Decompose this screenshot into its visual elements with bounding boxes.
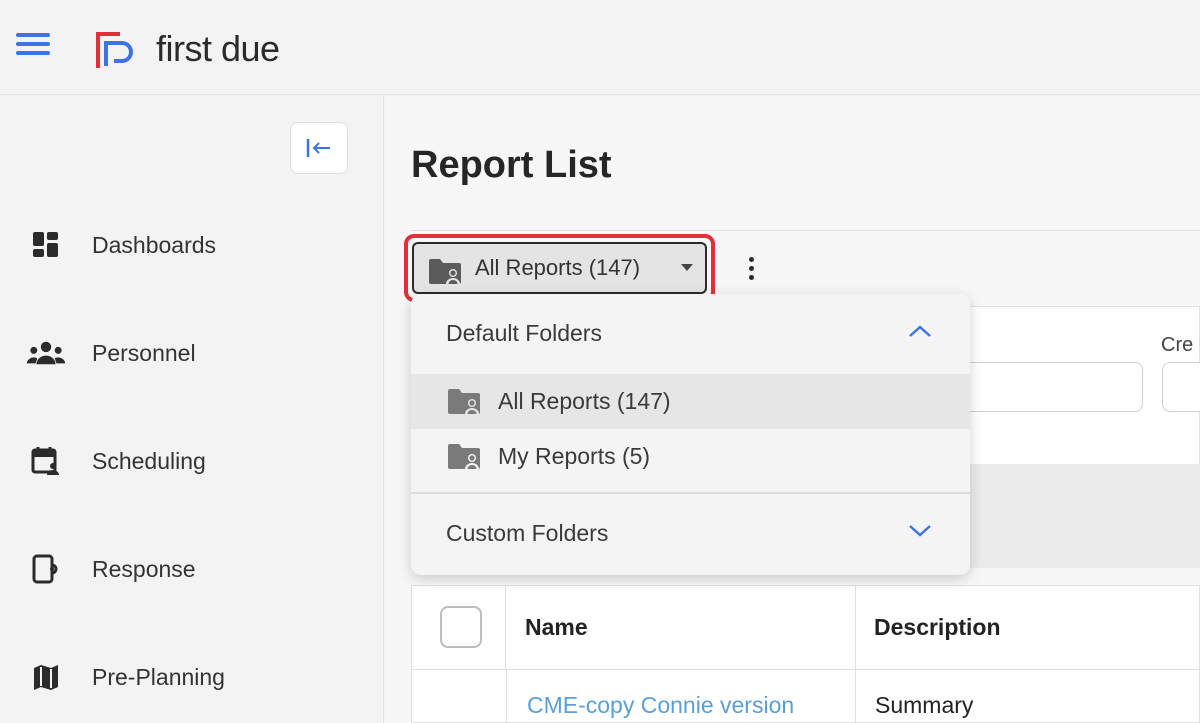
select-all-checkbox[interactable] bbox=[440, 606, 482, 648]
dropdown-item-label: All Reports (147) bbox=[498, 388, 671, 414]
column-divider bbox=[855, 586, 856, 723]
more-options-icon[interactable] bbox=[743, 248, 759, 288]
dashboard-icon bbox=[26, 227, 66, 263]
sidebar-item-dashboards[interactable]: Dashboards bbox=[0, 215, 384, 275]
dropdown-item-my-reports[interactable]: My Reports (5) bbox=[411, 429, 970, 484]
map-icon bbox=[26, 659, 66, 695]
response-icon bbox=[26, 551, 66, 587]
filter-input[interactable] bbox=[945, 362, 1143, 412]
sidebar-item-personnel[interactable]: Personnel bbox=[0, 323, 384, 383]
sidebar-item-scheduling[interactable]: Scheduling bbox=[0, 431, 384, 491]
sidebar-item-label: Response bbox=[92, 555, 196, 582]
page-title: Report List bbox=[411, 144, 612, 186]
reports-table: Name Description CME-copy Connie version… bbox=[411, 585, 1200, 723]
chevron-up-icon bbox=[907, 323, 933, 344]
toolbar-band bbox=[945, 464, 1200, 568]
sidebar: Dashboards Personnel Scheduling Response… bbox=[0, 96, 384, 723]
sidebar-item-pre-planning[interactable]: Pre-Planning bbox=[0, 647, 384, 707]
created-filter-label: Cre bbox=[1161, 334, 1194, 356]
folder-select-label: All Reports (147) bbox=[475, 255, 641, 280]
report-description: Summary bbox=[875, 692, 974, 718]
people-icon bbox=[26, 335, 66, 371]
chevron-down-icon bbox=[907, 523, 933, 544]
shared-folder-icon bbox=[447, 442, 483, 475]
custom-folders-header[interactable]: Custom Folders bbox=[411, 494, 970, 572]
shared-folder-icon bbox=[428, 257, 464, 290]
table-header-row: Name Description bbox=[412, 586, 1200, 670]
folder-select-button[interactable]: All Reports (147) bbox=[412, 242, 707, 294]
caret-down-icon bbox=[681, 264, 693, 271]
folder-dropdown-menu: Default Folders All Reports (147) My Rep… bbox=[411, 294, 970, 575]
sidebar-item-label: Personnel bbox=[92, 339, 196, 366]
header-checkbox-cell bbox=[412, 586, 506, 670]
calendar-icon bbox=[26, 443, 66, 479]
shared-folder-icon bbox=[447, 387, 483, 420]
sidebar-item-response[interactable]: Response bbox=[0, 539, 384, 599]
default-folders-header[interactable]: Default Folders bbox=[411, 294, 970, 372]
report-name-link[interactable]: CME-copy Connie version bbox=[527, 692, 794, 719]
collapse-left-icon bbox=[306, 139, 330, 157]
first-due-logo-icon bbox=[96, 32, 133, 68]
created-filter-input[interactable] bbox=[1162, 362, 1200, 412]
column-header-description[interactable]: Description bbox=[874, 614, 1001, 641]
dropdown-item-label: My Reports (5) bbox=[498, 443, 651, 469]
divider bbox=[411, 230, 1200, 231]
top-bar: first due bbox=[0, 0, 1200, 95]
collapse-sidebar-button[interactable] bbox=[290, 122, 348, 174]
custom-folders-label: Custom Folders bbox=[446, 519, 609, 546]
logo-text: first due bbox=[156, 28, 280, 69]
column-divider bbox=[506, 670, 507, 723]
sidebar-item-label: Dashboards bbox=[92, 231, 217, 258]
sidebar-item-label: Pre-Planning bbox=[92, 663, 225, 690]
dropdown-item-all-reports[interactable]: All Reports (147) bbox=[411, 374, 970, 429]
sidebar-item-label: Scheduling bbox=[92, 447, 206, 474]
menu-icon[interactable] bbox=[16, 33, 50, 59]
default-folders-label: Default Folders bbox=[446, 319, 602, 346]
column-header-name[interactable]: Name bbox=[525, 614, 588, 641]
